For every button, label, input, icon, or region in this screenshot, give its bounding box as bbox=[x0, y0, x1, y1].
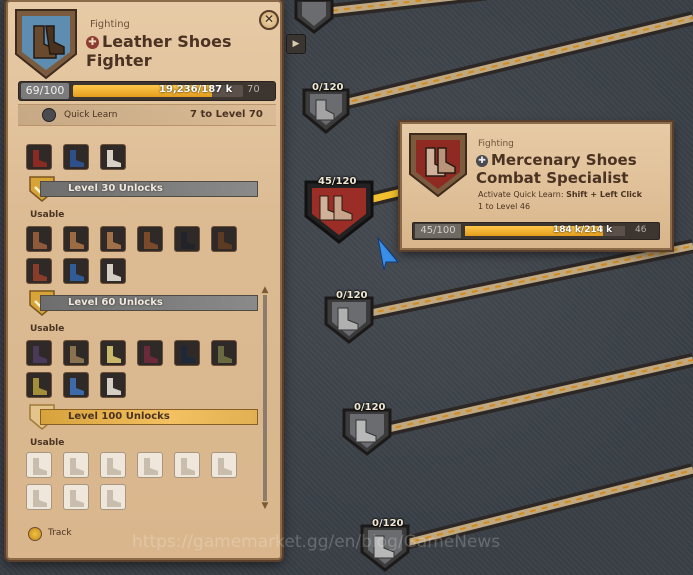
tooltip-shield-badge bbox=[409, 133, 467, 198]
unlock-list[interactable]: Level 30 Unlocks Usable Level 60 Unlocks… bbox=[22, 130, 258, 510]
section-label: Level 30 Unlocks bbox=[68, 183, 163, 194]
item-slot-locked[interactable] bbox=[63, 484, 89, 510]
silver-coin-icon bbox=[42, 108, 56, 122]
tree-node-top[interactable] bbox=[294, 0, 334, 34]
tooltip-title: ✚ Mercenary Shoes Combat Specialist bbox=[476, 151, 666, 187]
tree-node-shoes-3[interactable] bbox=[324, 296, 374, 344]
item-row-1 bbox=[26, 226, 237, 252]
list-scrollbar[interactable]: ▲ ▼ bbox=[260, 285, 270, 511]
close-icon: ✕ bbox=[263, 12, 275, 26]
node-count-2: 45/120 bbox=[318, 176, 357, 187]
item-slot-locked[interactable] bbox=[26, 452, 52, 478]
tooltip-level-text: 1 to Level 46 bbox=[478, 202, 531, 211]
item-slot-locked[interactable] bbox=[211, 452, 237, 478]
scroll-up-arrow-icon[interactable]: ▲ bbox=[260, 285, 270, 295]
item-slot[interactable] bbox=[211, 340, 237, 366]
item-slot[interactable] bbox=[26, 258, 52, 284]
item-slot[interactable] bbox=[100, 340, 126, 366]
node-count-5: 0/120 bbox=[372, 518, 404, 529]
item-row-3 bbox=[26, 340, 237, 366]
item-slot[interactable] bbox=[63, 144, 89, 170]
skill-tooltip: Fighting ✚ Mercenary Shoes Combat Special… bbox=[400, 122, 672, 250]
item-slot[interactable] bbox=[211, 226, 237, 252]
item-slot[interactable] bbox=[26, 144, 52, 170]
skill-shield-badge bbox=[15, 9, 77, 80]
tooltip-fame: 184 k/214 k bbox=[553, 225, 613, 235]
node-count-4: 0/120 bbox=[354, 402, 386, 413]
item-slot[interactable] bbox=[137, 226, 163, 252]
item-slot[interactable] bbox=[63, 372, 89, 398]
tooltip-title-text: Mercenary Shoes Combat Specialist bbox=[476, 151, 637, 187]
item-slot-locked[interactable] bbox=[100, 484, 126, 510]
item-row-5 bbox=[26, 452, 237, 478]
tooltip-next-level: 46 bbox=[635, 225, 647, 235]
next-level: 70 bbox=[247, 84, 260, 95]
quick-learn-level: 7 to Level 70 bbox=[190, 109, 263, 120]
item-slot[interactable] bbox=[100, 372, 126, 398]
fame-value: 19,236/187 k bbox=[159, 84, 233, 95]
quick-learn-prefix: Activate Quick Learn: bbox=[478, 190, 564, 199]
item-row-6 bbox=[26, 484, 126, 510]
item-slot-locked[interactable] bbox=[26, 484, 52, 510]
item-slot[interactable] bbox=[26, 372, 52, 398]
quick-learn-keys: Shift + Left Click bbox=[566, 190, 642, 199]
tooltip-current-level: 45/100 bbox=[415, 224, 461, 238]
play-arrow-icon: ▶ bbox=[292, 39, 300, 49]
node-count-1: 0/120 bbox=[312, 82, 344, 93]
fighting-emblem-icon: ✚ bbox=[476, 155, 488, 167]
mouse-cursor-icon bbox=[377, 236, 400, 271]
track-radio-icon[interactable] bbox=[28, 527, 42, 541]
item-slot[interactable] bbox=[63, 226, 89, 252]
tree-node-leather-boots[interactable] bbox=[302, 88, 350, 134]
skill-detail-panel: Fighting ✚ Leather Shoes Fighter ✕ 69/100… bbox=[6, 0, 282, 560]
track-label: Track bbox=[48, 528, 72, 538]
item-slot[interactable] bbox=[100, 144, 126, 170]
section-label: Level 100 Unlocks bbox=[68, 411, 170, 422]
scroll-down-arrow-icon[interactable]: ▼ bbox=[260, 501, 270, 511]
item-row-2 bbox=[26, 258, 126, 284]
item-slot[interactable] bbox=[100, 226, 126, 252]
branch-lines bbox=[319, 0, 693, 551]
usable-label: Usable bbox=[30, 438, 65, 448]
skill-title-text: Leather Shoes Fighter bbox=[86, 32, 232, 70]
tooltip-category: Fighting bbox=[478, 139, 514, 149]
item-row-0 bbox=[26, 144, 126, 170]
section-header-level-100[interactable]: Level 100 Unlocks bbox=[28, 404, 258, 430]
item-slot-locked[interactable] bbox=[100, 452, 126, 478]
tooltip-quick-learn: Activate Quick Learn: Shift + Left Click bbox=[478, 190, 642, 199]
item-slot[interactable] bbox=[26, 340, 52, 366]
section-label: Level 60 Unlocks bbox=[68, 297, 163, 308]
item-slot[interactable] bbox=[100, 258, 126, 284]
usable-label: Usable bbox=[30, 210, 65, 220]
item-row-4 bbox=[26, 372, 126, 398]
tree-node-shoes-4[interactable] bbox=[342, 408, 392, 456]
scroll-track[interactable] bbox=[263, 295, 267, 501]
item-slot[interactable] bbox=[137, 340, 163, 366]
quick-learn-label: Quick Learn bbox=[64, 110, 118, 120]
item-slot-locked[interactable] bbox=[63, 452, 89, 478]
tooltip-progress-bar: 45/100 184 k/214 k 46 bbox=[412, 222, 660, 240]
skill-title: ✚ Leather Shoes Fighter bbox=[86, 32, 266, 70]
current-level: 69/100 bbox=[21, 83, 69, 99]
item-slot[interactable] bbox=[174, 340, 200, 366]
usable-label: Usable bbox=[30, 324, 65, 334]
item-slot[interactable] bbox=[26, 226, 52, 252]
item-slot-locked[interactable] bbox=[174, 452, 200, 478]
collapse-panel-button[interactable]: ▶ bbox=[286, 34, 306, 54]
tree-node-mercenary-shoes[interactable] bbox=[304, 180, 374, 244]
fighting-emblem-icon: ✚ bbox=[86, 36, 99, 49]
item-slot[interactable] bbox=[63, 258, 89, 284]
quick-learn-row[interactable]: Quick Learn 7 to Level 70 bbox=[18, 104, 276, 126]
node-count-3: 0/120 bbox=[336, 290, 368, 301]
section-header-level-60[interactable]: Level 60 Unlocks bbox=[28, 290, 258, 316]
level-progress-bar: 69/100 19,236/187 k 70 bbox=[18, 81, 276, 101]
item-slot[interactable] bbox=[63, 340, 89, 366]
item-slot-locked[interactable] bbox=[137, 452, 163, 478]
watermark-text: https://gamemarket.gg/en/blog/GameNews bbox=[132, 532, 501, 552]
close-button[interactable]: ✕ bbox=[259, 10, 279, 30]
section-header-level-30[interactable]: Level 30 Unlocks bbox=[28, 176, 258, 202]
skill-category: Fighting bbox=[90, 19, 130, 30]
item-slot[interactable] bbox=[174, 226, 200, 252]
